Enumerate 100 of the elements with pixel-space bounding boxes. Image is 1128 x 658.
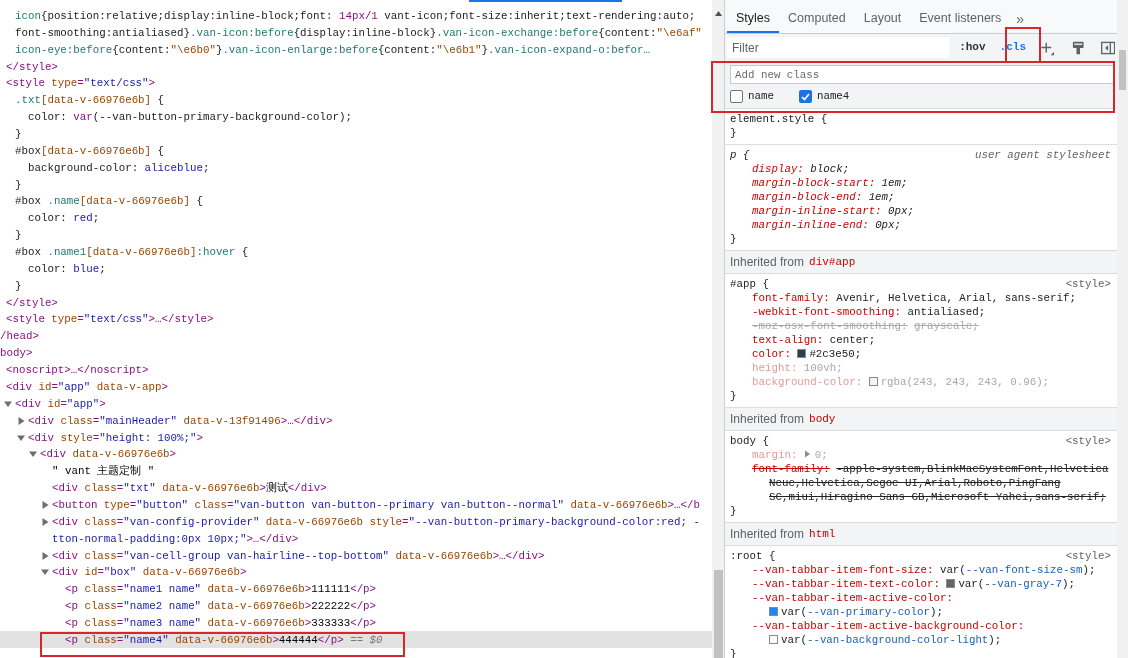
class-input[interactable]: Add new class — [730, 65, 1114, 84]
markup-text: } — [15, 128, 22, 141]
css-value: var( — [958, 578, 985, 590]
tab[interactable]: Event listeners — [910, 6, 1011, 33]
markup-text: icon-eye:before{content:"\e6b0"}.van-icon-enlarge:before{content:"\e6b1"}.van-icon-expand-o:befor… — [15, 43, 651, 56]
css-value: ); — [1062, 578, 1076, 590]
css-property: background-color: — [752, 376, 863, 388]
css-value: ); — [930, 606, 943, 618]
variable-link[interactable]: --van-primary-color — [806, 606, 931, 618]
filter-field[interactable]: Filter — [727, 37, 950, 58]
css-property: font-family: — [752, 463, 830, 475]
css-property: font-family: — [752, 292, 830, 304]
markup-text: #box .name1[data-v-66976e6b]:hover { — [15, 246, 249, 259]
class-name-label[interactable]: name4 — [816, 88, 850, 105]
markup-text: <p class="name3 name" data-v-66976e6b>333333</p> — [65, 616, 377, 629]
css-property: margin-block-start: — [752, 177, 876, 189]
css-value: Neue,Helvetica,Segoe UI,Arial,Roboto,PingFang — [769, 477, 1061, 489]
tree-row[interactable]: <div class="mainHeader" data-v-13f91496>…</div> — [0, 412, 712, 430]
css-value: var( — [781, 606, 807, 618]
tree-row[interactable]: <div id="box" data-v-66976e6b> — [0, 563, 712, 581]
css-property: margin-inline-start: — [752, 205, 882, 217]
markup-text: body> — [0, 347, 33, 360]
markup-text: <div id="box" data-v-66976e6b> — [52, 566, 247, 579]
stylesheet-link[interactable]: <style> — [1065, 549, 1111, 563]
rule-brace: } — [730, 505, 737, 517]
css-property: display: — [752, 163, 804, 175]
tree-row[interactable]: body> — [0, 344, 712, 362]
tree-row[interactable]: <p class="name2 name" data-v-66976e6b>222222</p> — [0, 597, 712, 615]
tab[interactable]: Computed — [779, 6, 855, 33]
tree-row[interactable]: <noscript>…</noscript> — [0, 361, 712, 379]
inherited-label: Inherited from — [730, 526, 805, 543]
markup-text: <button type="button" class="van-button van-button--primary van-button--normal" data-v-66976e6b>…</b — [52, 498, 700, 511]
markup-text: /head> — [0, 330, 39, 343]
css-property: --van-tabbar-item-active-background-color: — [752, 620, 1025, 632]
css-value: rgba(243, 243, 243, 0.96); — [880, 376, 1050, 388]
css-property: color: — [752, 348, 791, 360]
markup-text: <div id="app" data-v-app> — [6, 380, 169, 393]
css-value: var( — [939, 564, 966, 576]
css-property: -moz-osx-font-smoothing: — [752, 320, 908, 332]
markup-text: <noscript>…</noscript> — [6, 364, 149, 377]
tree-row[interactable]: <p class="name1 name" data-v-66976e6b>111111</p> — [0, 580, 712, 598]
css-value: ); — [988, 634, 1002, 646]
css-property: --van-tabbar-item-font-size: — [752, 564, 934, 576]
tree-row[interactable]: <div class="van-cell-group van-hairline--top-bottom" data-v-66976e6b>…</div> — [0, 547, 712, 564]
markup-text: </style> — [6, 296, 58, 309]
stylesheet-link[interactable]: <style> — [1065, 434, 1111, 448]
markup-text: <div data-v-66976e6b> — [40, 448, 177, 461]
tree-row[interactable]: <div id="app" data-v-app> — [0, 378, 712, 396]
markup-text: <div class="van-cell-group van-hairline--top-bottom" data-v-66976e6b>…</div> — [52, 549, 545, 562]
css-value: -apple-system,BlinkMacSystemFont,Helvetica — [836, 463, 1109, 475]
markup-text: <div class="txt" data-v-66976e6b>测试</div> — [52, 482, 327, 495]
markup-text: #box[data-v-66976e6b] { — [15, 144, 165, 157]
variable-link[interactable]: --van-background-color-light — [806, 634, 989, 646]
rule-selector: element.style { — [730, 112, 828, 126]
markup-text: <div class="van-config-provider" data-v-66976e6b style="--van-button-primary-background-color:red; - — [52, 515, 700, 528]
tree-row[interactable]: <style type="text/css"> — [0, 75, 712, 92]
css-value: #2c3e50; — [809, 348, 862, 360]
css-property: margin: — [752, 449, 798, 461]
markup-text: <div class="mainHeader" data-v-13f91496>…</div> — [28, 414, 333, 427]
tree-row[interactable]: " vant 主题定制 " — [0, 462, 712, 480]
tree-row[interactable]: <style type="text/css">…</style> — [0, 311, 712, 328]
element-link[interactable]: div#app — [809, 253, 856, 271]
markup-text: } — [15, 279, 22, 292]
tree-row[interactable]: <p class="name3 name" data-v-66976e6b>333333</p> — [0, 614, 712, 632]
tree-row[interactable]: <div id="app"> — [0, 395, 712, 413]
variable-link[interactable]: --van-gray-7 — [984, 578, 1063, 590]
css-value: 1em; — [881, 177, 908, 189]
inherited-label: Inherited from — [730, 254, 805, 271]
more-tabs-button[interactable]: » — [1010, 6, 1031, 33]
css-property: text-align: — [752, 334, 824, 346]
variable-link[interactable]: --van-font-size-sm — [965, 564, 1083, 576]
stylesheet-link[interactable]: <style> — [1065, 277, 1111, 291]
css-value: Avenir, Helvetica, Arial, sans-serif; — [836, 292, 1076, 304]
tree-row[interactable]: <div class="txt" data-v-66976e6b>测试</div> — [0, 479, 712, 497]
tree-row[interactable]: <button type="button" class="van-button van-button--primary van-button--normal" data-v-66976e6b>…</b — [0, 496, 712, 514]
tree-row[interactable]: <div style="height: 100%;"> — [0, 429, 712, 446]
tab[interactable]: Layout — [854, 6, 911, 33]
css-value: grayscale; — [914, 320, 979, 332]
markup-text: color: blue; — [26, 262, 106, 275]
rule-brace: } — [730, 233, 737, 245]
tree-row[interactable]: <p class="name4" data-v-66976e6b>444444</p> == $0 — [0, 631, 712, 649]
markup-text: } — [15, 229, 22, 242]
css-value: 100vh; — [803, 362, 843, 374]
tree-row[interactable]: <div data-v-66976e6b> — [0, 445, 712, 463]
markup-text: background-color: aliceblue; — [26, 161, 210, 174]
hov-button[interactable]: :hov — [957, 39, 988, 56]
markup-text: font-smoothing:antialiased}.van-icon:before{display:inline-block}.van-icon-exchange:before{content:"\e6af" — [15, 26, 702, 39]
rule-selector: body { — [730, 434, 769, 448]
markup-text: <style type="text/css">…</style> — [6, 313, 214, 326]
element-link[interactable]: body — [809, 410, 836, 428]
css-value: ); — [1082, 564, 1096, 576]
inherited-label: Inherited from — [730, 411, 805, 428]
tree-row[interactable]: <div class="van-config-provider" data-v-66976e6b style="--van-button-primary-background-color:red; - — [0, 513, 712, 531]
css-value: SC,miui,Hiragino Sans GB,Microsoft Yahei,sans-serif; — [769, 491, 1106, 503]
class-name-label[interactable]: name — [748, 88, 774, 105]
rule-selector: p { — [730, 148, 750, 162]
element-link[interactable]: html — [809, 525, 836, 543]
css-value: block; — [810, 163, 850, 175]
markup-text: </style> — [6, 60, 58, 73]
css-property: margin-inline-end: — [752, 219, 869, 231]
